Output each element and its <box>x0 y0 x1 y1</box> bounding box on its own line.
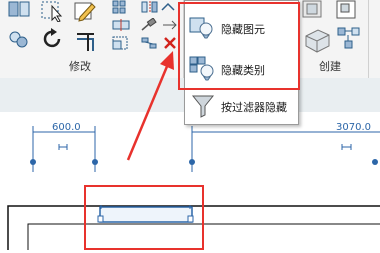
annotation-arrow <box>126 51 174 161</box>
